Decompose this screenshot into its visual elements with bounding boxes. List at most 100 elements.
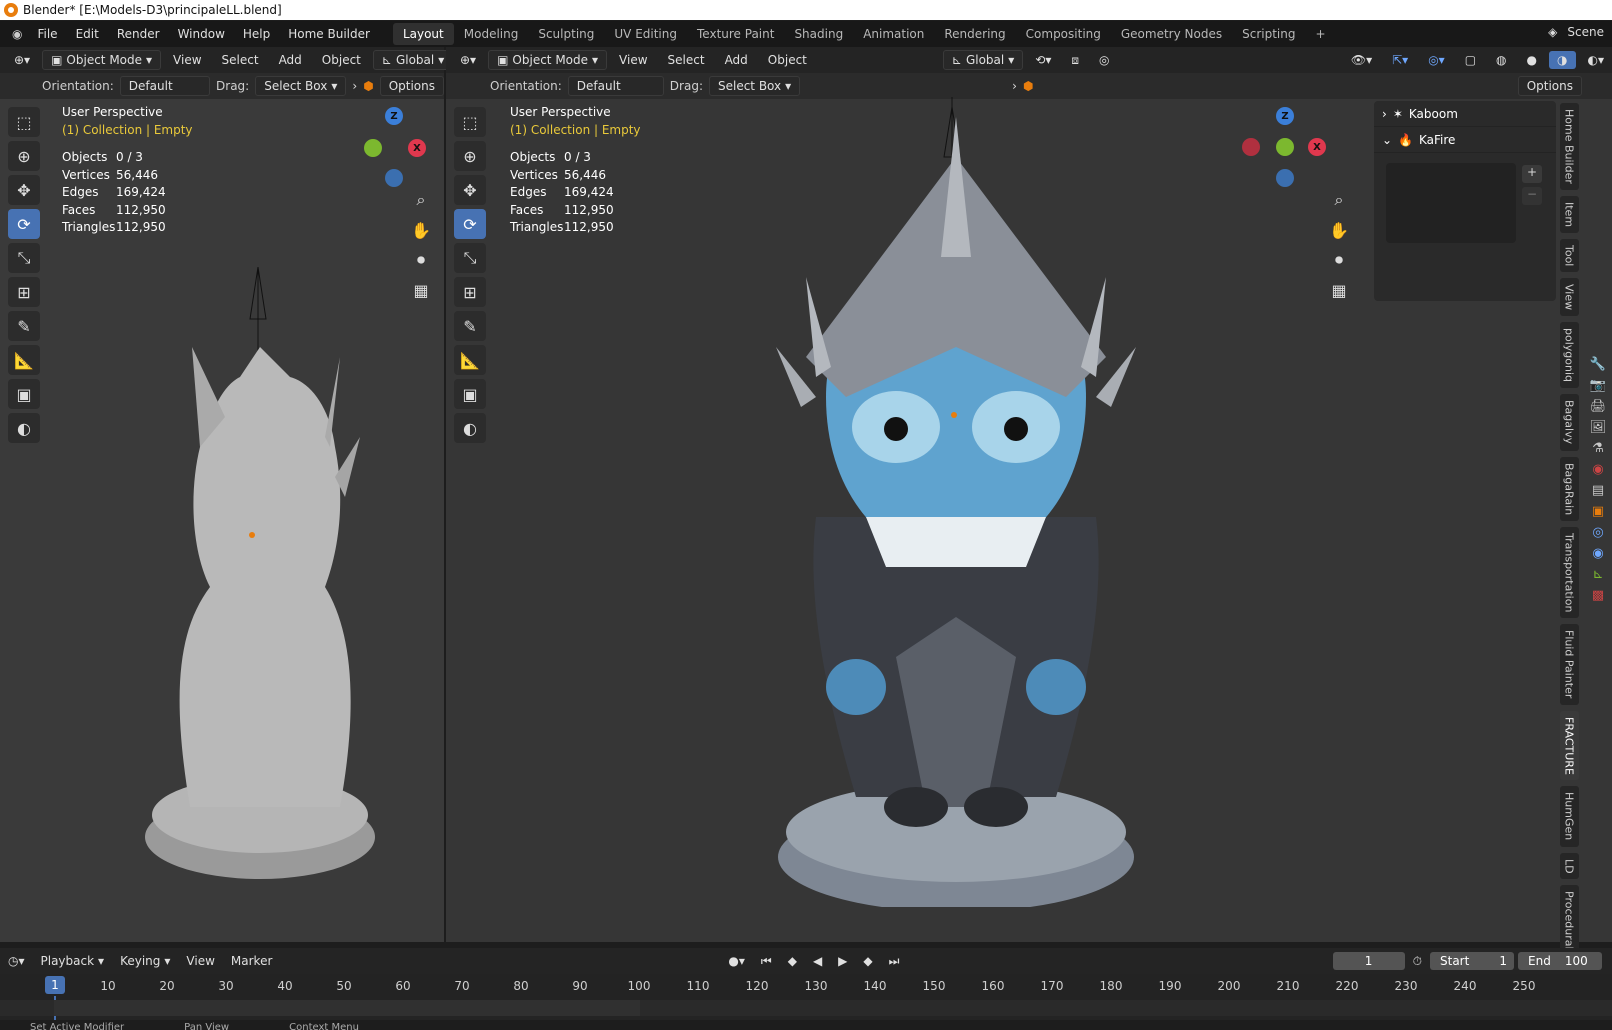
remove-item-button[interactable]: − <box>1522 187 1542 205</box>
prev-keyframe-icon[interactable]: ◆ <box>780 952 805 970</box>
rotate-icon[interactable]: ⟳ <box>454 209 486 239</box>
record-icon[interactable]: ●▾ <box>720 952 753 970</box>
object-props-icon[interactable]: ▣ <box>1592 504 1604 519</box>
tab-layout[interactable]: Layout <box>392 23 454 45</box>
editor-type-icon[interactable]: ◷▾ <box>0 952 33 970</box>
navigation-gizmo-right[interactable]: Z X <box>1242 107 1332 197</box>
next-keyframe-icon[interactable]: ◆ <box>855 952 880 970</box>
sidebar-tab-transportation[interactable]: Transportation <box>1559 526 1579 619</box>
menu-view[interactable]: View <box>178 952 222 970</box>
tab-shading[interactable]: Shading <box>784 23 853 45</box>
menu-add[interactable]: Add <box>271 51 310 69</box>
menu-view[interactable]: View <box>611 51 655 69</box>
add-item-button[interactable]: + <box>1522 165 1542 183</box>
statue-model-left[interactable] <box>130 267 390 887</box>
tab-rendering[interactable]: Rendering <box>934 23 1015 45</box>
menu-select[interactable]: Select <box>214 51 267 69</box>
pan-hand-icon[interactable]: ✋ <box>409 219 433 241</box>
transform-icon[interactable]: ⊞ <box>8 277 40 307</box>
xray-icon[interactable]: ▢ <box>1457 51 1484 69</box>
solid-shading-icon[interactable]: ● <box>1519 51 1545 69</box>
pan-hand-icon[interactable]: ✋ <box>1327 219 1351 241</box>
object-mode-dropdown[interactable]: ▣ Object Mode ▾ <box>42 50 162 70</box>
neg-x-axis-icon[interactable] <box>1242 138 1260 156</box>
wireframe-shading-icon[interactable]: ◍ <box>1488 51 1514 69</box>
camera-icon[interactable]: ⏺ <box>409 249 433 271</box>
navigation-gizmo-left[interactable]: Z X <box>358 107 448 197</box>
scale-icon[interactable]: ⤡ <box>454 243 486 273</box>
select-box-icon[interactable]: ⬚ <box>454 107 486 137</box>
neg-z-axis-icon[interactable] <box>385 169 403 187</box>
measure-icon[interactable]: 📐 <box>454 345 486 375</box>
expand-icon[interactable]: › <box>1012 79 1017 93</box>
modifier-props-icon[interactable]: ◎ <box>1592 525 1603 540</box>
sidebar-tab-fluid-painter[interactable]: Fluid Painter <box>1559 624 1579 705</box>
render-props-icon[interactable]: 📷 <box>1590 378 1606 393</box>
tab-modeling[interactable]: Modeling <box>454 23 529 45</box>
current-frame-field[interactable]: 1 <box>1332 952 1405 970</box>
scene-selector[interactable]: ◈ Scene <box>1548 25 1604 39</box>
view-layer-icon[interactable]: 🖼 <box>1590 420 1607 435</box>
menu-keying[interactable]: Keying ▾ <box>112 952 178 970</box>
add-cube-icon[interactable]: ▣ <box>8 379 40 409</box>
shading-sphere-icon[interactable]: ◐ <box>8 413 40 443</box>
orientation-dropdown[interactable]: Default <box>119 76 211 96</box>
x-axis-icon[interactable]: X <box>1308 138 1326 156</box>
blender-menu-icon[interactable]: ◉ <box>6 27 28 41</box>
cursor-icon[interactable]: ⊕ <box>454 141 486 171</box>
menu-object[interactable]: Object <box>314 51 369 69</box>
pivot-icon[interactable]: ⟲▾ <box>1027 51 1059 69</box>
gizmo-color-icon[interactable]: ⬢ <box>1023 79 1033 93</box>
menu-help[interactable]: Help <box>234 27 279 41</box>
tab-animation[interactable]: Animation <box>853 23 934 45</box>
tab-compositing[interactable]: Compositing <box>1016 23 1111 45</box>
z-axis-icon[interactable]: Z <box>385 107 403 125</box>
scale-icon[interactable]: ⤡ <box>8 243 40 273</box>
annotate-icon[interactable]: ✎ <box>454 311 486 341</box>
statue-model-right[interactable] <box>746 97 1166 907</box>
kafire-list[interactable] <box>1386 163 1516 243</box>
jump-end-icon[interactable]: ⏭ <box>881 952 908 971</box>
gizmo-toggle-icon[interactable]: ⇱▾ <box>1384 51 1416 69</box>
start-frame-field[interactable]: Start 1 <box>1430 952 1514 970</box>
panel-kaboom[interactable]: › ✶ Kaboom <box>1374 101 1556 127</box>
collection-props-icon[interactable]: ▤ <box>1592 483 1604 498</box>
tab-texture-paint[interactable]: Texture Paint <box>687 23 784 45</box>
scene-props-icon[interactable]: ⚗ <box>1592 441 1604 456</box>
menu-object[interactable]: Object <box>760 51 815 69</box>
sidebar-tab-bagalvy[interactable]: Bagalvy <box>1559 394 1579 451</box>
output-props-icon[interactable]: 🖨 <box>1590 399 1607 414</box>
menu-add[interactable]: Add <box>717 51 756 69</box>
select-box-icon[interactable]: ⬚ <box>8 107 40 137</box>
editor-type-icon[interactable]: ⊕▾ <box>452 51 484 69</box>
snap-icon[interactable]: ⧈ <box>1063 51 1087 70</box>
playhead[interactable]: 1 <box>45 976 65 994</box>
texture-props-icon[interactable]: ▩ <box>1592 588 1604 603</box>
options-button[interactable]: Options <box>1517 76 1582 96</box>
transform-orientation-dropdown[interactable]: ⊾ Global ▾ <box>372 50 454 70</box>
menu-render[interactable]: Render <box>108 27 169 41</box>
sidebar-tab-view[interactable]: View <box>1559 278 1579 317</box>
sidebar-tab-tool[interactable]: Tool <box>1559 238 1579 273</box>
move-icon[interactable]: ✥ <box>454 175 486 205</box>
timeline-editor[interactable]: ◷▾ Playback ▾ Keying ▾ View Marker ●▾ ⏮ ◆ … <box>0 948 1612 1030</box>
physics-props-icon[interactable]: ◉ <box>1592 546 1603 561</box>
grid-icon[interactable]: ▦ <box>409 279 433 301</box>
tab-geometry-nodes[interactable]: Geometry Nodes <box>1111 23 1232 45</box>
menu-file[interactable]: File <box>28 27 66 41</box>
tab-scripting[interactable]: Scripting <box>1232 23 1305 45</box>
annotate-icon[interactable]: ✎ <box>8 311 40 341</box>
tab-sculpting[interactable]: Sculpting <box>528 23 604 45</box>
object-mode-dropdown[interactable]: ▣ Object Mode ▾ <box>488 50 608 70</box>
zoom-icon[interactable]: ⌕ <box>409 189 433 211</box>
menu-window[interactable]: Window <box>169 27 234 41</box>
transform-orientation-dropdown[interactable]: ⊾ Global ▾ <box>942 50 1024 70</box>
x-axis-icon[interactable]: X <box>408 139 426 157</box>
timeline-track[interactable] <box>0 1000 1612 1016</box>
editor-type-icon[interactable]: ⊕▾ <box>6 51 38 69</box>
viewport-right[interactable]: ⊕▾ ▣ Object Mode ▾ View Select Add Object … <box>446 47 1612 972</box>
neg-z-axis-icon[interactable] <box>1276 169 1294 187</box>
chevron-right-icon[interactable]: › <box>1382 107 1387 121</box>
add-cube-icon[interactable]: ▣ <box>454 379 486 409</box>
shading-sphere-icon[interactable]: ◐ <box>454 413 486 443</box>
